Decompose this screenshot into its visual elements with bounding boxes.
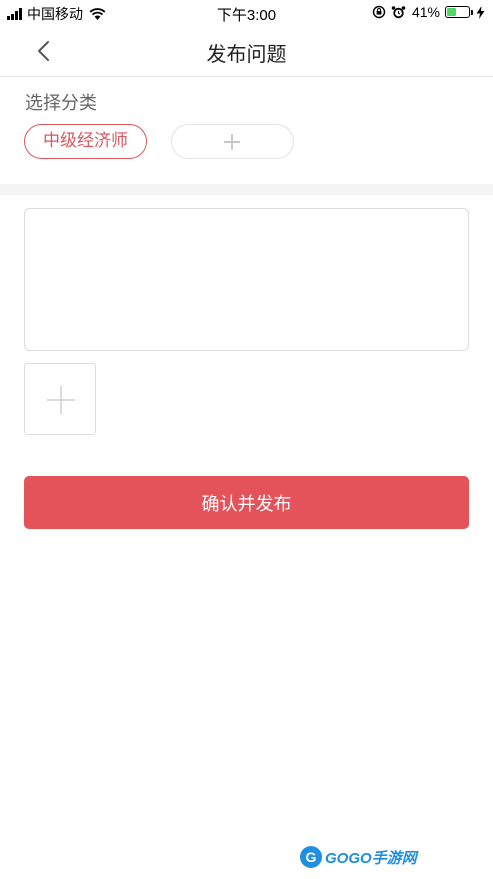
watermark-text: GOGO手游网 [325, 849, 417, 867]
plus-icon [224, 134, 240, 150]
battery-icon [445, 6, 473, 18]
charging-bolt-icon [476, 5, 485, 19]
section-divider [0, 184, 493, 195]
category-tag-selected[interactable]: 中级经济师 [24, 124, 147, 159]
orientation-lock-icon [372, 5, 386, 19]
category-section-label: 选择分类 [25, 93, 97, 114]
add-image-button[interactable] [24, 363, 96, 435]
status-bar: 中国移动 下午3:00 41% [0, 0, 493, 26]
page-title: 发布问题 [206, 42, 287, 66]
question-content-input[interactable] [24, 208, 469, 351]
plus-icon [47, 386, 75, 414]
status-right: 41% [372, 4, 485, 20]
watermark-logo: G GOGO手游网 [300, 846, 417, 868]
confirm-publish-button[interactable]: 确认并发布 [24, 476, 469, 529]
watermark-badge: G [300, 846, 322, 868]
nav-bar: 发布问题 [0, 26, 493, 77]
battery-percentage: 41% [411, 4, 440, 20]
alarm-icon [391, 5, 406, 18]
battery-level-fill [447, 8, 456, 16]
add-category-button[interactable] [171, 124, 294, 159]
